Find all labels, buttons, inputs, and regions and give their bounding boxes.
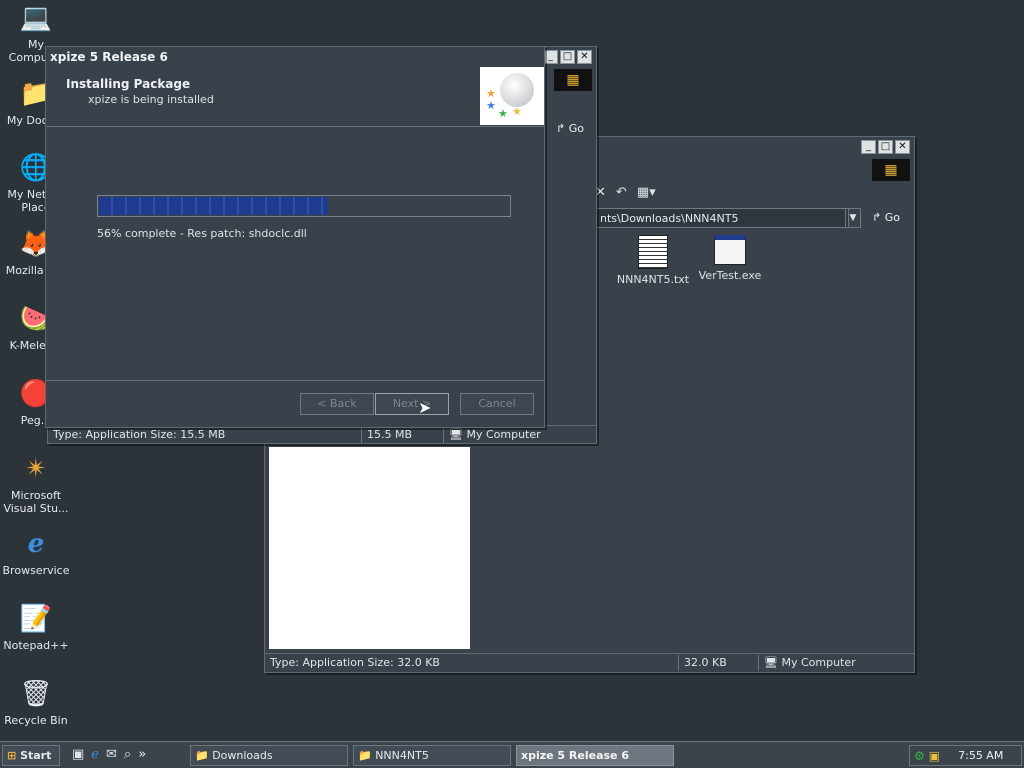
status-location-label: My Computer [466, 427, 541, 441]
status-type: Type: Application Size: 15.5 MB [48, 426, 362, 443]
status-size: 32.0 KB [679, 654, 759, 671]
progress-bar [97, 195, 511, 217]
computer-icon: 💻 [19, 3, 53, 33]
network-tray-icon[interactable]: ⚙ [914, 749, 925, 763]
desktop-icon-browservice[interactable]: ℯ Browservice [0, 528, 72, 577]
window-controls: _ □ ✕ [541, 50, 592, 64]
internet-explorer-icon: ℯ [27, 529, 45, 559]
start-button[interactable]: ⊞ Start [2, 745, 60, 766]
folder-icon: 📁 [358, 749, 372, 762]
window-controls: _ □ ✕ [859, 140, 910, 154]
installer-logo-icon: ★ ★ ★ ★ [480, 67, 544, 125]
tray-app-icon[interactable]: ▣ [929, 749, 940, 763]
close-icon[interactable]: ✕ [895, 140, 910, 154]
windows-flag-icon: ⊞ [7, 749, 17, 762]
undo-icon[interactable]: ↶ [616, 185, 627, 200]
computer-icon: 🖥 [449, 427, 463, 441]
address-field[interactable]: nts\Downloads\NNN4NT5 [595, 208, 849, 228]
status-location-label: My Computer [781, 655, 856, 669]
file-label: VerTest.exe [698, 269, 762, 282]
taskbar-item-xpize[interactable]: xpize 5 Release 6 [516, 745, 674, 766]
desktop-icon-label: Notepad++ [3, 639, 69, 652]
installer-heading: Installing Package [66, 77, 191, 91]
taskbar-item-downloads[interactable]: 📁 Downloads [190, 745, 348, 766]
minimize-icon[interactable]: _ [861, 140, 876, 154]
status-size: 15.5 MB [362, 426, 444, 443]
go-arrow-icon: ↱ [872, 211, 882, 224]
toolbar: ✕ ↶ ▦▾ [595, 185, 656, 200]
desktop-icon-label: Browservice [2, 564, 70, 577]
show-desktop-icon[interactable]: ▣ [72, 747, 84, 762]
go-arrow-icon: ↱ [556, 122, 566, 135]
desktop-icon-label: Recycle Bin [4, 714, 68, 727]
desktop-icon-notepad-plus-plus[interactable]: 📝 Notepad++ [0, 603, 72, 652]
desktop-icon-label: Microsoft Visual Stu... [3, 489, 69, 515]
recycle-bin-icon: 🗑 [19, 679, 53, 709]
maximize-icon[interactable]: □ [560, 50, 575, 64]
file-item-nnn4nt5-txt[interactable]: NNN4NT5.txt [613, 235, 693, 286]
folder-icon: 📁 [195, 749, 209, 762]
notepad-icon: 📝 [19, 604, 53, 634]
computer-icon: 🖥 [764, 655, 778, 669]
back-button[interactable]: < Back [300, 393, 374, 415]
explorer-statusbar: Type: Application Size: 32.0 KB 32.0 KB … [265, 653, 914, 671]
taskbar-item-nnn4nt5[interactable]: 📁 NNN4NT5 [353, 745, 511, 766]
taskbar-item-label: Downloads [212, 749, 273, 762]
installer-titlebar[interactable]: xpize 5 Release 6 [46, 47, 544, 67]
minimize-icon[interactable]: _ [543, 50, 558, 64]
status-location: 🖥 My Computer [444, 427, 594, 443]
search-icon[interactable]: ⌕ [124, 747, 131, 762]
more-icon[interactable]: » [138, 747, 146, 762]
next-button[interactable]: Next > [375, 393, 449, 415]
installer-header: Installing Package xpize is being instal… [46, 67, 544, 127]
installer-dialog: xpize 5 Release 6 Installing Package xpi… [45, 46, 545, 428]
status-location: 🖥 My Computer [759, 655, 909, 671]
system-tray: ⚙ ▣ 7:55 AM [909, 745, 1022, 766]
visual-studio-icon: ✴ [25, 454, 47, 484]
status-type: Type: Application Size: 32.0 KB [265, 654, 679, 671]
address-dropdown-icon[interactable]: ▼ [845, 208, 861, 228]
close-icon[interactable]: ✕ [577, 50, 592, 64]
quick-launch: ▣ ℯ ✉ ⌕ » [72, 747, 146, 762]
progress-fill [99, 197, 328, 215]
go-button[interactable]: ↱ Go [556, 122, 584, 135]
taskbar: ⊞ Start ▣ ℯ ✉ ⌕ » 📁 Downloads 📁 NNN4NT5 … [0, 741, 1024, 768]
maximize-icon[interactable]: □ [878, 140, 893, 154]
installer-subheading: xpize is being installed [88, 93, 214, 106]
mouse-cursor-icon: ➤ [418, 398, 432, 417]
exe-file-icon [714, 235, 746, 265]
taskbar-item-label: xpize 5 Release 6 [521, 749, 629, 762]
go-label: Go [884, 211, 900, 224]
file-item-vertest-exe[interactable]: VerTest.exe [690, 235, 770, 282]
browser-icon[interactable]: ℯ [91, 747, 99, 762]
start-label: Start [20, 749, 52, 762]
go-label: Go [568, 122, 584, 135]
views-icon[interactable]: ▦▾ [637, 185, 656, 200]
cancel-button[interactable]: Cancel [460, 393, 534, 415]
text-file-icon [638, 235, 668, 269]
outlook-icon[interactable]: ✉ [106, 747, 117, 762]
clock[interactable]: 7:55 AM [958, 749, 1003, 762]
progress-text: 56% complete - Res patch: shdoclc.dll [97, 227, 307, 240]
file-label: NNN4NT5.txt [616, 273, 690, 286]
windows-logo-icon: ▦ [872, 159, 910, 181]
button-divider [46, 380, 544, 381]
desktop-icon-visual-studio[interactable]: ✴ Microsoft Visual Stu... [0, 453, 72, 515]
taskbar-item-label: NNN4NT5 [375, 749, 429, 762]
preview-pane [269, 447, 470, 649]
desktop-icon-recycle-bin[interactable]: 🗑 Recycle Bin [0, 678, 72, 727]
go-button[interactable]: ↱ Go [872, 211, 900, 224]
windows-logo-icon: ▦ [554, 69, 592, 91]
installer-title: xpize 5 Release 6 [50, 50, 168, 64]
